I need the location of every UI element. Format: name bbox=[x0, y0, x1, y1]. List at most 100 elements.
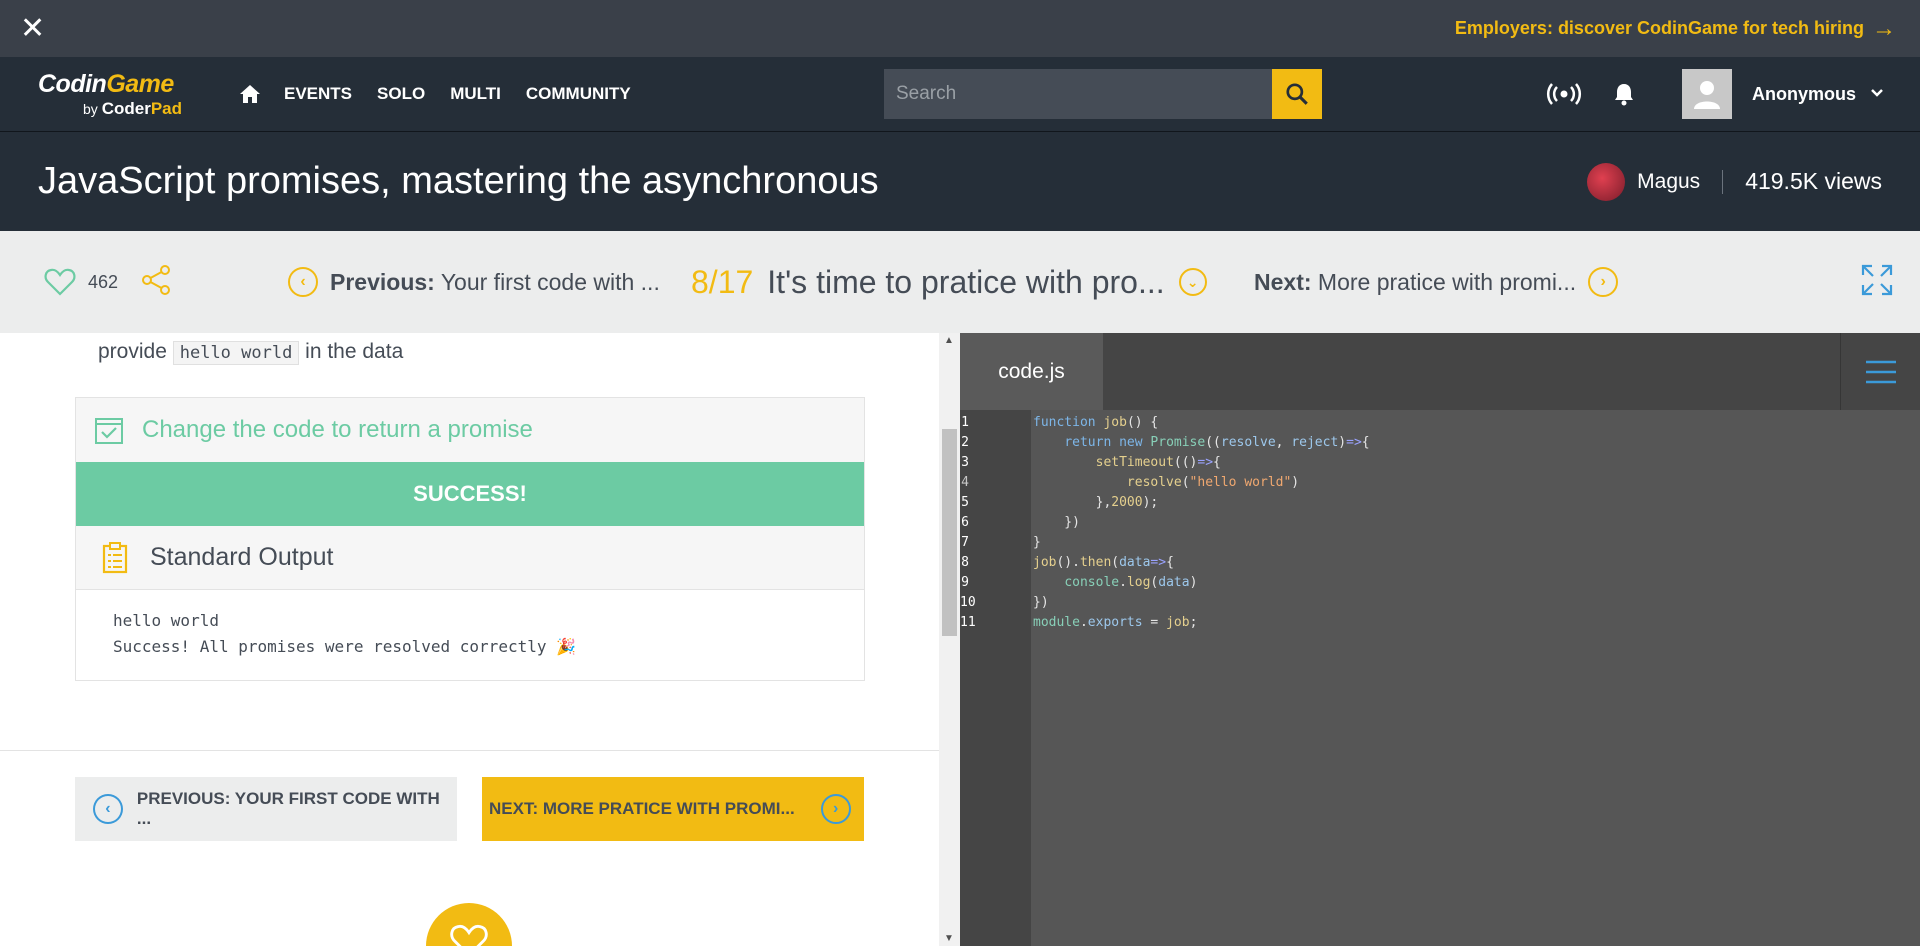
code-line[interactable]: }) bbox=[1031, 593, 1901, 613]
code-line[interactable]: } bbox=[1031, 533, 1901, 553]
previous-label: Previous: bbox=[330, 268, 435, 295]
scroll-up-icon[interactable]: ▲ bbox=[944, 335, 954, 346]
like-button[interactable]: 462 bbox=[44, 267, 118, 297]
current-lesson-title: It's time to pratice with pro... bbox=[767, 263, 1165, 300]
like-lesson-button[interactable] bbox=[426, 903, 512, 946]
line-number: 3 bbox=[961, 455, 969, 470]
main-nav: CodinGame by CoderPad EVENTS SOLO MULTI … bbox=[0, 57, 1920, 131]
divider bbox=[0, 750, 939, 751]
promo-link[interactable]: Employers: discover CodinGame for tech h… bbox=[1455, 15, 1896, 43]
page-meta: Magus 419.5K views bbox=[1587, 162, 1882, 201]
chevron-right-icon: › bbox=[820, 794, 851, 824]
search-bar bbox=[884, 69, 1322, 119]
view-count: 419.5K views bbox=[1745, 168, 1882, 194]
chevron-right-icon: › bbox=[1588, 267, 1619, 297]
logo-pad: Pad bbox=[150, 98, 182, 118]
lesson-text-prefix: provide bbox=[98, 340, 167, 363]
inline-code: hello world bbox=[172, 341, 300, 365]
current-lesson-selector[interactable]: 8/17 It's time to pratice with pro... ⌄ bbox=[691, 264, 1207, 301]
line-number: 8 bbox=[961, 555, 969, 570]
previous-lesson-link[interactable]: ‹ Previous: Your first code with ... bbox=[288, 267, 660, 297]
lesson-content: provide hello world in the data Change t… bbox=[0, 333, 939, 946]
code-line[interactable]: return new Promise((resolve, reject)=>{ bbox=[1031, 433, 1901, 453]
search-button[interactable] bbox=[1272, 69, 1322, 119]
heart-icon bbox=[450, 924, 488, 946]
home-icon[interactable] bbox=[238, 82, 262, 106]
line-number: 9 bbox=[961, 575, 969, 590]
hamburger-menu-icon bbox=[1865, 360, 1896, 383]
code-area[interactable]: function job() { return new Promise((res… bbox=[1031, 413, 1901, 633]
task-label: Change the code to return a promise bbox=[142, 416, 533, 443]
test-result-card: Change the code to return a promise SUCC… bbox=[75, 397, 865, 681]
arrow-right-icon: → bbox=[1872, 14, 1896, 42]
code-line[interactable]: module.exports = job; bbox=[1031, 613, 1901, 633]
author-avatar[interactable] bbox=[1587, 162, 1626, 201]
notification-bell-icon[interactable] bbox=[1606, 76, 1642, 112]
share-button[interactable] bbox=[140, 264, 172, 301]
chevron-down-icon: ⌄ bbox=[1178, 268, 1207, 296]
codingame-logo[interactable]: CodinGame by CoderPad bbox=[38, 71, 203, 118]
line-number: 11 bbox=[960, 615, 976, 630]
scroll-down-icon[interactable]: ▼ bbox=[944, 933, 954, 944]
code-editor: code.js 1 2 3 4 5 6 7 8 9 10 11 function… bbox=[960, 333, 1920, 946]
lesson-text: provide hello world in the data bbox=[98, 340, 403, 365]
checklist-icon bbox=[95, 418, 123, 444]
fullscreen-button[interactable] bbox=[1860, 263, 1894, 302]
next-label: Next: bbox=[1254, 268, 1312, 295]
line-number: 6 bbox=[961, 515, 969, 530]
content-scrollbar[interactable]: ▲ ▼ bbox=[939, 333, 960, 946]
nav-item-events[interactable]: EVENTS bbox=[284, 84, 352, 104]
code-line[interactable]: },2000); bbox=[1031, 493, 1901, 513]
line-number: 1 bbox=[961, 415, 969, 430]
divider bbox=[1722, 169, 1724, 194]
page-title: JavaScript promises, mastering the async… bbox=[38, 160, 879, 202]
close-banner-button[interactable]: ✕ bbox=[20, 13, 45, 44]
user-icon bbox=[1693, 81, 1720, 109]
main-area: provide hello world in the data Change t… bbox=[0, 333, 1920, 946]
chevron-left-icon: ‹ bbox=[93, 794, 123, 824]
editor-menu-button[interactable] bbox=[1840, 333, 1920, 410]
output-header: Standard Output bbox=[76, 526, 864, 590]
nav-menu: EVENTS SOLO MULTI COMMUNITY bbox=[284, 84, 631, 104]
code-line[interactable]: job().then(data=>{ bbox=[1031, 553, 1901, 573]
line-number: 4 bbox=[961, 475, 969, 490]
previous-lesson-button[interactable]: ‹ PREVIOUS: YOUR FIRST CODE WITH ... bbox=[75, 777, 457, 841]
lesson-progress: 8/17 bbox=[691, 263, 754, 300]
author-name[interactable]: Magus bbox=[1637, 170, 1700, 194]
promo-text: Employers: discover CodinGame for tech h… bbox=[1454, 18, 1864, 38]
expand-icon bbox=[1861, 264, 1893, 295]
search-icon bbox=[1286, 83, 1308, 105]
chevron-left-icon: ‹ bbox=[288, 267, 318, 297]
search-input[interactable] bbox=[884, 69, 1272, 119]
next-lesson-link[interactable]: Next: More pratice with promi... › bbox=[1254, 267, 1619, 297]
avatar[interactable] bbox=[1681, 69, 1732, 119]
nav-item-multi[interactable]: MULTI bbox=[450, 84, 501, 104]
heart-icon bbox=[44, 268, 76, 296]
nav-item-community[interactable]: COMMUNITY bbox=[526, 84, 631, 104]
code-line[interactable]: function job() { bbox=[1031, 413, 1901, 433]
promo-banner: ✕ Employers: discover CodinGame for tech… bbox=[0, 0, 1920, 57]
clipboard-icon bbox=[102, 541, 128, 573]
tab-code-js[interactable]: code.js bbox=[960, 333, 1103, 410]
username[interactable]: Anonymous bbox=[1752, 84, 1856, 105]
user-area: Anonymous bbox=[1522, 57, 1884, 131]
code-line[interactable]: resolve("hello world") bbox=[1031, 473, 1901, 493]
live-broadcast-icon[interactable] bbox=[1546, 76, 1582, 112]
scrollbar-thumb[interactable] bbox=[942, 429, 957, 636]
next-lesson-button[interactable]: NEXT: MORE PRATICE WITH PROMI... › bbox=[482, 777, 864, 841]
code-line[interactable]: console.log(data) bbox=[1031, 573, 1901, 593]
share-icon bbox=[142, 264, 170, 295]
nav-item-solo[interactable]: SOLO bbox=[377, 84, 425, 104]
chevron-down-icon[interactable] bbox=[1870, 85, 1884, 103]
output-line: hello world bbox=[113, 611, 219, 630]
line-number: 2 bbox=[961, 435, 969, 450]
status-badge: SUCCESS! bbox=[76, 462, 864, 526]
logo-by: by bbox=[83, 100, 102, 117]
next-button-label: NEXT: MORE PRATICE WITH PROMI... bbox=[489, 799, 795, 818]
task-row: Change the code to return a promise bbox=[76, 398, 864, 462]
like-count: 462 bbox=[88, 271, 119, 292]
line-number: 7 bbox=[961, 535, 969, 550]
code-line[interactable]: setTimeout(()=>{ bbox=[1031, 453, 1901, 473]
line-number: 5 bbox=[961, 495, 969, 510]
code-line[interactable]: }) bbox=[1031, 513, 1901, 533]
